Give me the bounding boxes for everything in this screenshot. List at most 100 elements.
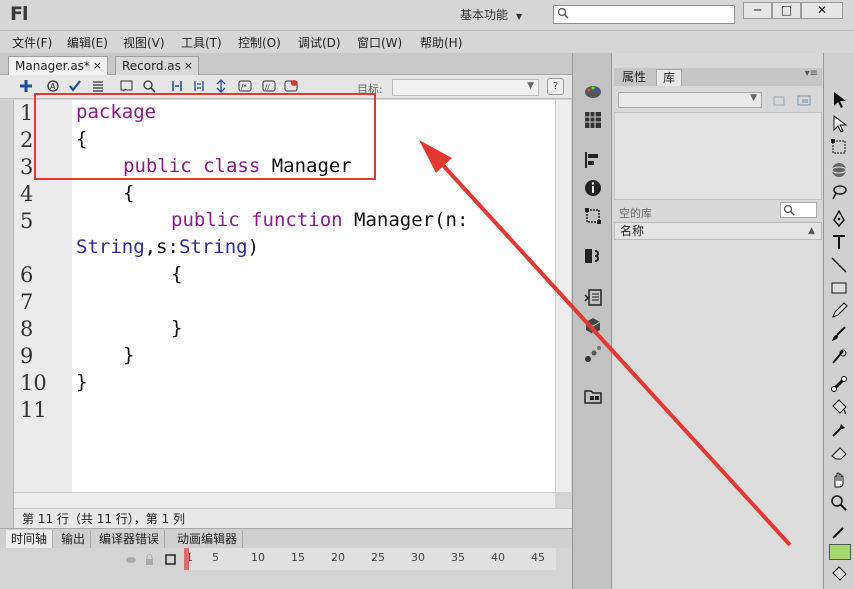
code-snippets-icon[interactable]	[584, 247, 602, 265]
tab-motion-editor[interactable]: 动画编辑器	[172, 530, 244, 549]
zoom-tool-icon[interactable]	[830, 494, 848, 512]
menu-file[interactable]: 文件(F)	[12, 34, 52, 51]
vertical-scrollbar[interactable]	[555, 100, 571, 492]
menu-bar: 文件(F) 编辑(E) 视图(V) 工具(T) 控制(O) 调试(D) 窗口(W…	[0, 31, 854, 52]
horizontal-scrollbar[interactable]	[14, 492, 555, 508]
menu-control[interactable]: 控制(O)	[238, 34, 281, 51]
tab-library[interactable]: 库	[656, 69, 683, 86]
panel-menu-icon[interactable]: ▾≡	[805, 68, 818, 79]
playhead[interactable]	[184, 548, 189, 570]
swatches-icon[interactable]	[584, 111, 602, 129]
close-icon[interactable]: ×	[184, 57, 193, 75]
hand-tool-icon[interactable]	[830, 471, 848, 489]
tab-label: Manager.as*	[15, 59, 90, 73]
left-collapse-strip[interactable]	[0, 100, 14, 528]
block-comment-icon[interactable]: /*	[238, 79, 252, 93]
eyedropper-tool-icon[interactable]	[830, 421, 848, 439]
auto-format-icon[interactable]	[91, 79, 105, 93]
menu-view[interactable]: 视图(V)	[123, 34, 165, 51]
tab-record-as[interactable]: Record.as ×	[115, 56, 199, 75]
library-document-select[interactable]: ▼	[618, 92, 762, 108]
menu-debug[interactable]: 调试(D)	[298, 34, 341, 51]
code-line-10: }	[76, 371, 88, 393]
annotation-highlight-box	[34, 93, 376, 180]
expand-all-icon[interactable]	[214, 79, 228, 93]
line-number: 7	[20, 290, 34, 314]
text-tool-icon[interactable]	[830, 233, 848, 251]
find-icon[interactable]: A	[46, 79, 60, 93]
components-icon[interactable]	[584, 317, 602, 335]
frame-number: 35	[451, 551, 465, 564]
pencil-tool-icon[interactable]	[830, 302, 848, 320]
eraser-tool-icon[interactable]	[830, 444, 848, 462]
info-icon[interactable]	[584, 179, 602, 197]
free-transform-tool-icon[interactable]	[830, 138, 848, 156]
fill-bucket-icon[interactable]	[830, 565, 848, 583]
transform-icon[interactable]	[584, 207, 602, 225]
align-icon[interactable]	[584, 151, 602, 169]
add-statement-icon[interactable]	[19, 79, 33, 93]
frame-number: 20	[331, 551, 345, 564]
line-number: 11	[20, 398, 47, 422]
brush-tool-icon[interactable]	[830, 325, 848, 343]
frame-number: 40	[491, 551, 505, 564]
identifier: Manager(n:	[342, 209, 469, 231]
frame-number: 25	[371, 551, 385, 564]
library-search[interactable]	[780, 202, 817, 218]
menu-help[interactable]: 帮助(H)	[420, 34, 462, 51]
rectangle-tool-icon[interactable]	[830, 279, 848, 297]
code-hint-icon[interactable]	[120, 79, 134, 93]
close-icon[interactable]: ×	[93, 57, 102, 75]
tab-compiler-errors[interactable]: 编译器错误	[94, 530, 166, 549]
debug-options-icon[interactable]	[142, 79, 156, 93]
code-line-5-wrap: String,s:String)	[76, 236, 259, 258]
subselection-tool-icon[interactable]	[830, 115, 848, 133]
code-line-5: public function Manager(n:	[171, 209, 468, 231]
frame-ruler[interactable]: 1 5 10 15 20 25 30 35 40 45	[184, 548, 556, 570]
deco-tool-icon[interactable]	[830, 348, 848, 366]
stroke-color-icon[interactable]	[830, 523, 848, 541]
help-search-box[interactable]	[553, 5, 735, 24]
tab-timeline[interactable]: 时间轴	[6, 530, 54, 549]
motion-presets-icon[interactable]	[584, 345, 602, 363]
project-icon[interactable]	[584, 387, 602, 405]
target-select[interactable]: ▼	[392, 79, 539, 96]
menu-tools[interactable]: 工具(T)	[181, 34, 222, 51]
check-syntax-icon[interactable]	[68, 79, 82, 93]
menu-window[interactable]: 窗口(W)	[357, 34, 402, 51]
column-name: 名称	[620, 224, 645, 238]
paint-bucket-tool-icon[interactable]	[830, 398, 848, 416]
close-button[interactable]: ✕	[801, 2, 843, 19]
selection-tool-icon[interactable]	[830, 91, 848, 109]
tab-properties[interactable]: 属性	[616, 69, 652, 86]
app-logo: Fl	[10, 3, 28, 25]
library-item-list[interactable]	[614, 240, 822, 589]
collapse-between-braces-icon[interactable]	[170, 79, 184, 93]
pen-tool-icon[interactable]	[830, 210, 848, 228]
tab-manager-as[interactable]: Manager.as* ×	[8, 56, 108, 75]
color-palette-icon[interactable]	[584, 83, 602, 101]
line-tool-icon[interactable]	[830, 256, 848, 274]
help-search-input[interactable]	[572, 6, 732, 23]
code-text: )	[247, 236, 260, 258]
outline-icon	[165, 554, 176, 565]
library-actions	[773, 95, 811, 106]
minimize-button[interactable]: ─	[743, 2, 772, 19]
workspace-switcher[interactable]: 基本功能 ▼	[460, 6, 540, 24]
collapse-selection-icon[interactable]	[192, 79, 206, 93]
lasso-tool-icon[interactable]	[830, 183, 848, 201]
library-column-header[interactable]: 名称 ▲	[614, 222, 822, 240]
tab-output[interactable]: 输出	[56, 530, 92, 549]
bone-tool-icon[interactable]	[830, 375, 848, 393]
remove-comment-icon[interactable]	[284, 79, 298, 93]
help-button[interactable]: ?	[547, 78, 564, 95]
cursor-status: 第 11 行（共 11 行），第 1 列	[14, 508, 572, 528]
actions-icon[interactable]	[584, 289, 602, 307]
line-number: 4	[20, 182, 34, 206]
3d-rotation-tool-icon[interactable]	[830, 161, 848, 179]
fill-color-swatch[interactable]	[829, 544, 851, 560]
maximize-button[interactable]: □	[772, 2, 801, 19]
frame-number: 15	[291, 551, 305, 564]
menu-edit[interactable]: 编辑(E)	[67, 34, 108, 51]
line-comment-icon[interactable]: //	[262, 79, 276, 93]
